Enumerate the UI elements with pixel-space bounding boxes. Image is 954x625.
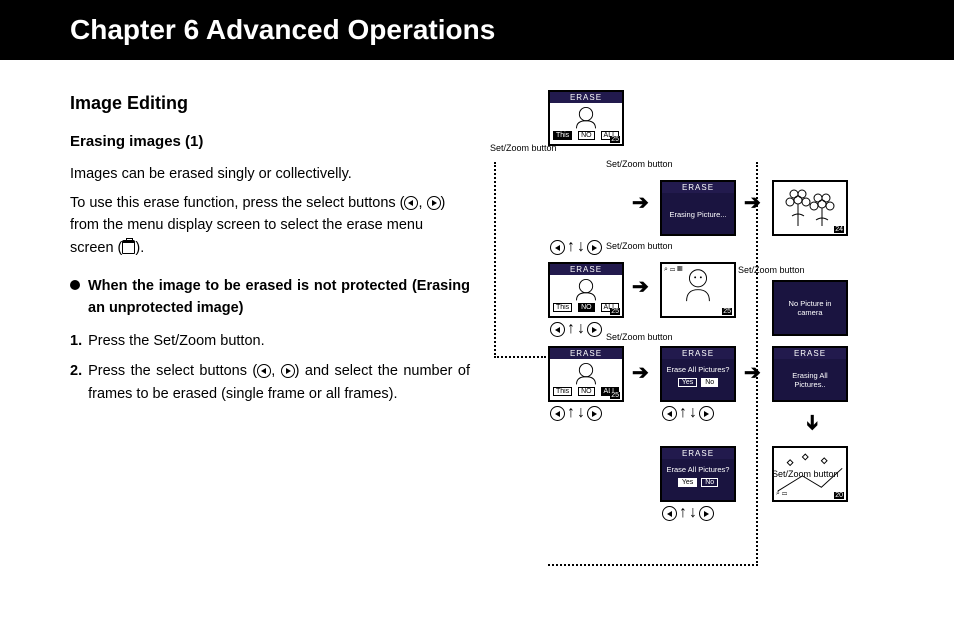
left-select-icon: [404, 196, 418, 210]
status-icons: ⌕ ▭ ▦: [664, 266, 682, 274]
trash-icon: [122, 240, 135, 254]
nav-buttons: ↑ ↓: [550, 322, 602, 337]
screen-erasing-all: ERASE Erasing All Pictures..: [772, 346, 848, 402]
nav-buttons: ↑ ↓: [662, 406, 714, 421]
section-title: Image Editing: [70, 90, 470, 118]
step-2: 2. Press the select buttons (, ) and sel…: [70, 360, 470, 405]
up-arrow-icon: ↑: [567, 240, 575, 255]
screen-erase-no: ERASE ThisNOALL 25: [548, 262, 624, 318]
chapter-title: Chapter 6 Advanced Operations: [70, 14, 495, 45]
flow-arrow-icon: ➔: [800, 414, 825, 431]
left-button-icon: [550, 406, 565, 421]
right-button-icon: [587, 240, 602, 255]
page-content: Image Editing Erasing images (1) Images …: [0, 60, 954, 610]
intro-para-1: Images can be erased singly or collectiv…: [70, 163, 470, 185]
left-button-icon: [662, 406, 677, 421]
left-button-icon: [550, 322, 565, 337]
right-button-icon: [699, 406, 714, 421]
down-arrow-icon: ↓: [689, 406, 697, 421]
left-select-icon: [257, 364, 271, 378]
intro-para-2: To use this erase function, press the se…: [70, 192, 470, 259]
flow-diagram: ⌕ ▭ ▦ 25 Set/Zoom button ERASE ThisNOALL…: [490, 90, 944, 600]
left-button-icon: [662, 506, 677, 521]
screen-erase-all-q-no: ERASE Erase All Pictures? YesNo: [660, 346, 736, 402]
chapter-header: Chapter 6 Advanced Operations: [0, 0, 954, 60]
screen-playback-return: ⌕ ▭ ▦ 25: [660, 262, 736, 318]
down-arrow-icon: ↓: [577, 322, 585, 337]
bullet-dot-icon: [70, 280, 80, 290]
screen-no-picture: No Picture in camera: [772, 280, 848, 336]
up-arrow-icon: ↑: [567, 322, 575, 337]
down-arrow-icon: ↓: [577, 406, 585, 421]
right-select-icon: [281, 364, 295, 378]
left-button-icon: [550, 240, 565, 255]
flow-arrow-icon: ➔: [744, 190, 761, 215]
setzoom-label: Set/Zoom button: [772, 470, 839, 479]
down-arrow-icon: ↓: [689, 506, 697, 521]
dotted-path: [494, 162, 546, 358]
subsection-title: Erasing images (1): [70, 130, 470, 153]
nav-buttons: ↑ ↓: [550, 240, 602, 255]
right-button-icon: [587, 322, 602, 337]
screen-erase-this: ERASE ThisNOALL 25: [548, 90, 624, 146]
nav-buttons: ↑ ↓: [662, 506, 714, 521]
screen-erase-all-q-yes: ERASE Erase All Pictures? YesNo: [660, 446, 736, 502]
flow-arrow-icon: ➔: [632, 274, 649, 299]
setzoom-label: Set/Zoom button: [606, 242, 673, 251]
status-icons: ⌕ ▭: [776, 490, 787, 498]
up-arrow-icon: ↑: [679, 506, 687, 521]
screen-erase-all: ERASE ThisNOALL 25: [548, 346, 624, 402]
setzoom-label: Set/Zoom button: [606, 333, 673, 342]
up-arrow-icon: ↑: [567, 406, 575, 421]
right-button-icon: [587, 406, 602, 421]
screen-flower: 24: [772, 180, 848, 236]
condition-bullet: When the image to be erased is not prote…: [70, 275, 470, 320]
flow-arrow-icon: ➔: [744, 360, 761, 385]
text-column: Image Editing Erasing images (1) Images …: [70, 90, 490, 600]
right-select-icon: [427, 196, 441, 210]
down-arrow-icon: ↓: [577, 240, 585, 255]
steps-list: 1. Press the Set/Zoom button. 2. Press t…: [70, 330, 470, 405]
setzoom-label: Set/Zoom button: [606, 160, 673, 169]
right-button-icon: [699, 506, 714, 521]
nav-buttons: ↑ ↓: [550, 406, 602, 421]
screen-erasing-picture: ERASE Erasing Picture...: [660, 180, 736, 236]
flow-arrow-icon: ➔: [632, 360, 649, 385]
setzoom-label: Set/Zoom button: [738, 266, 805, 275]
setzoom-label: Set/Zoom button: [490, 144, 557, 153]
flow-arrow-icon: ➔: [632, 190, 649, 215]
step-1: 1. Press the Set/Zoom button.: [70, 330, 470, 352]
up-arrow-icon: ↑: [679, 406, 687, 421]
